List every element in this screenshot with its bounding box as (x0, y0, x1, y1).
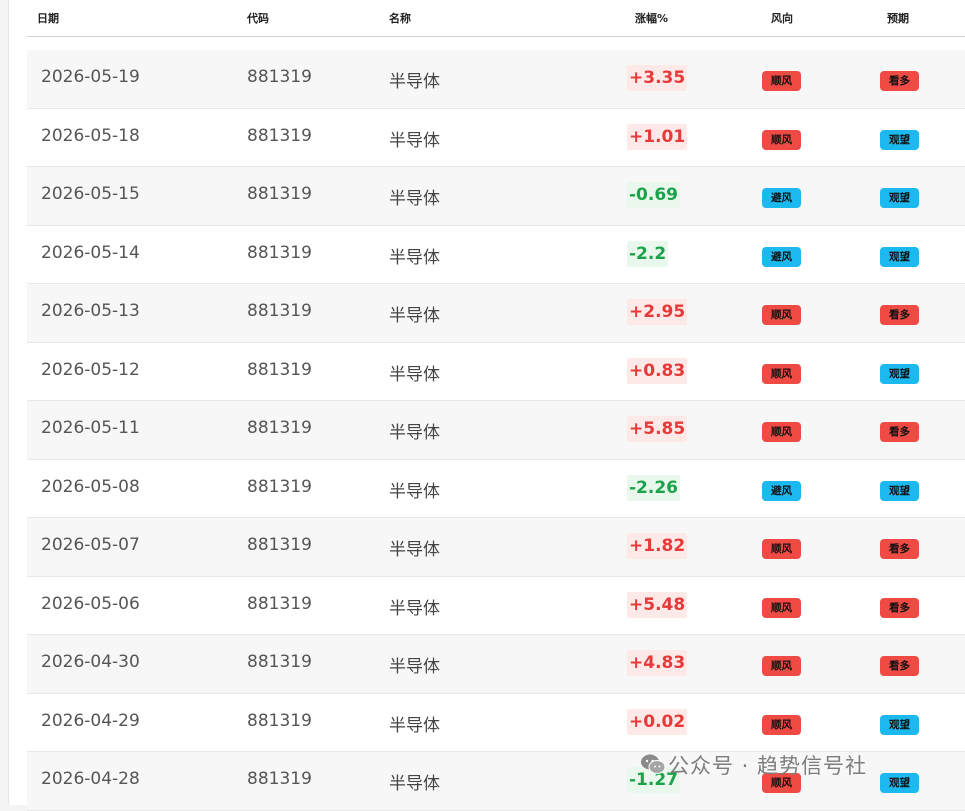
wind-badge: 顺风 (762, 656, 801, 676)
table-row[interactable]: 2026-05-14 881319 半导体 -2.2 避风 观望 (27, 225, 965, 284)
wind-badge: 顺风 (762, 129, 801, 150)
wind-badge: 顺风 (762, 422, 801, 442)
code-cell: 881319 (247, 67, 312, 87)
wind-badge: 顺风 (762, 71, 801, 91)
change-cell: +0.02 (627, 708, 688, 735)
header-name[interactable]: 名称 (389, 10, 411, 26)
name-cell: 半导体 (389, 481, 440, 502)
change-cell: +3.35 (627, 65, 688, 91)
name-cell: 半导体 (389, 189, 440, 209)
wind-badge: 顺风 (762, 539, 801, 559)
date-cell: 2026-05-12 (41, 359, 140, 380)
name-cell: 半导体 (389, 540, 440, 560)
date-cell: 2026-05-06 (41, 593, 140, 614)
table-row[interactable]: 2026-05-18 881319 半导体 +1.01 顺风 观望 (27, 108, 965, 167)
code-cell: 881319 (247, 242, 312, 263)
wind-badge: 顺风 (762, 597, 801, 618)
date-cell: 2026-05-11 (41, 418, 140, 438)
table-row[interactable]: 2026-05-08 881319 半导体 -2.26 避风 观望 (27, 459, 965, 518)
change-cell: +1.01 (627, 123, 688, 150)
name-cell: 半导体 (389, 715, 440, 736)
name-cell: 半导体 (389, 130, 440, 151)
wind-badge: 避风 (762, 188, 801, 208)
code-cell: 881319 (247, 301, 312, 321)
table-row[interactable]: 2026-05-19 881319 半导体 +3.35 顺风 看多 (27, 50, 965, 109)
code-cell: 881319 (247, 652, 312, 672)
name-cell: 半导体 (389, 598, 440, 619)
table-row[interactable]: 2026-05-11 881319 半导体 +5.85 顺风 看多 (27, 401, 965, 460)
code-cell: 881319 (247, 710, 312, 731)
header-wind[interactable]: 风向 (771, 10, 793, 26)
table-row[interactable]: 2026-04-29 881319 半导体 +0.02 顺风 观望 (27, 693, 965, 752)
expectation-badge: 看多 (880, 597, 919, 618)
change-cell: +5.48 (627, 591, 688, 618)
name-cell: 半导体 (389, 423, 440, 443)
name-cell: 半导体 (389, 774, 440, 794)
wind-badge: 顺风 (762, 363, 801, 384)
expectation-badge: 观望 (880, 129, 919, 150)
expectation-badge: 观望 (880, 714, 919, 735)
change-cell: +5.85 (627, 416, 688, 442)
table-row[interactable]: 2026-05-15 881319 半导体 -0.69 避风 观望 (27, 167, 965, 226)
code-cell: 881319 (247, 593, 312, 614)
code-cell: 881319 (247, 184, 312, 204)
expectation-badge: 看多 (880, 422, 919, 442)
watermark-text: 公众号 · 趋势信号社 (668, 754, 868, 778)
expectation-badge: 看多 (880, 656, 919, 676)
header-date[interactable]: 日期 (37, 10, 59, 26)
date-cell: 2026-05-13 (41, 301, 140, 321)
date-cell: 2026-05-07 (41, 535, 140, 555)
date-cell: 2026-05-19 (41, 67, 140, 87)
table-header: 日期 代码 名称 涨幅% 风向 预期 (27, 0, 965, 37)
date-cell: 2026-05-15 (41, 184, 140, 204)
table-row[interactable]: 2026-05-07 881319 半导体 +1.82 顺风 看多 (27, 518, 965, 577)
table-row[interactable]: 2026-05-12 881319 半导体 +0.83 顺风 观望 (27, 342, 965, 401)
change-cell: -0.69 (627, 182, 680, 208)
change-cell: +4.83 (627, 650, 688, 676)
name-cell: 半导体 (389, 72, 440, 92)
expectation-badge: 看多 (880, 539, 919, 559)
table-row[interactable]: 2026-05-06 881319 半导体 +5.48 顺风 看多 (27, 576, 965, 635)
name-cell: 半导体 (389, 247, 440, 268)
wind-badge: 避风 (762, 480, 801, 501)
wind-badge: 顺风 (762, 714, 801, 735)
change-cell: +2.95 (627, 299, 688, 325)
code-cell: 881319 (247, 418, 312, 438)
date-cell: 2026-05-08 (41, 476, 140, 497)
table-row[interactable]: 2026-05-13 881319 半导体 +2.95 顺风 看多 (27, 284, 965, 343)
expectation-badge: 看多 (880, 71, 919, 91)
name-cell: 半导体 (389, 364, 440, 385)
date-cell: 2026-04-30 (41, 652, 140, 672)
expectation-badge: 观望 (880, 246, 919, 267)
change-cell: -2.26 (627, 474, 680, 501)
change-cell: +1.82 (627, 533, 688, 559)
code-cell: 881319 (247, 125, 312, 146)
date-cell: 2026-04-29 (41, 710, 140, 731)
change-cell: -2.2 (627, 240, 669, 267)
code-cell: 881319 (247, 535, 312, 555)
code-cell: 881319 (247, 359, 312, 380)
wind-badge: 避风 (762, 246, 801, 267)
table-body: 2026-05-19 881319 半导体 +3.35 顺风 看多 2026-05-18 88… (27, 50, 965, 811)
expectation-badge: 观望 (880, 188, 919, 208)
name-cell: 半导体 (389, 657, 440, 677)
expectation-badge: 观望 (880, 363, 919, 384)
expectation-badge: 观望 (880, 480, 919, 501)
wind-badge: 顺风 (762, 305, 801, 325)
name-cell: 半导体 (389, 306, 440, 326)
change-cell: +0.83 (627, 357, 688, 384)
date-cell: 2026-05-14 (41, 242, 140, 263)
expectation-badge: 看多 (880, 305, 919, 325)
date-cell: 2026-04-28 (41, 769, 140, 789)
code-cell: 881319 (247, 476, 312, 497)
header-code[interactable]: 代码 (247, 10, 269, 26)
expectation-badge: 观望 (880, 773, 919, 793)
header-change[interactable]: 涨幅% (635, 10, 668, 26)
date-cell: 2026-05-18 (41, 125, 140, 146)
wechat-icon (641, 754, 666, 774)
code-cell: 881319 (247, 769, 312, 789)
header-expectation[interactable]: 预期 (887, 10, 909, 26)
table-row[interactable]: 2026-04-30 881319 半导体 +4.83 顺风 看多 (27, 635, 965, 694)
